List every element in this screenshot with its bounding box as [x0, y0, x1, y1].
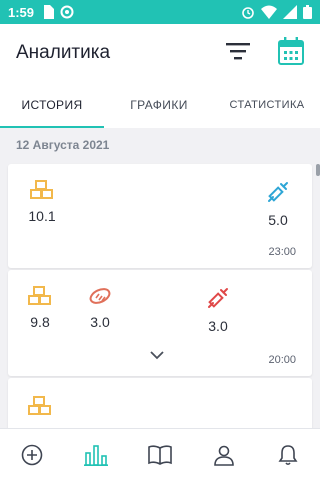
page-title: Аналитика [16, 42, 111, 63]
carbs-metric: 3.0 [78, 286, 122, 330]
tab-statistics[interactable]: СТАТИСТИКА [214, 82, 320, 128]
carbs-value: 3.0 [90, 314, 110, 330]
insulin-value: 3.0 [208, 318, 228, 334]
bottom-navigation [0, 428, 320, 480]
tab-history[interactable]: ИСТОРИЯ [0, 82, 104, 128]
tab-label: ГРАФИКИ [130, 98, 188, 112]
profile-icon [214, 445, 234, 466]
nav-profile-button[interactable] [206, 437, 242, 473]
book-icon [148, 444, 172, 465]
sugar-cubes-icon [28, 396, 51, 415]
alarm-icon [242, 7, 254, 19]
glucose-value: 9.8 [30, 314, 50, 330]
sd-card-icon [44, 5, 55, 19]
status-time: 1:59 [8, 4, 35, 20]
insulin-syringe-icon [268, 182, 288, 202]
history-entry[interactable]: 9.8 3.0 3.0 20:00 [8, 270, 312, 376]
sugar-cubes-icon [30, 180, 53, 199]
nav-notifications-button[interactable] [270, 437, 306, 473]
tab-label: ИСТОРИЯ [21, 98, 83, 112]
insulin-syringe-red-icon [208, 288, 228, 308]
insulin-value: 5.0 [268, 212, 288, 228]
tab-bar: ИСТОРИЯ ГРАФИКИ СТАТИСТИКА [0, 82, 320, 128]
entry-time: 23:00 [268, 246, 296, 258]
status-bar: 1:59 [0, 0, 320, 24]
sugar-cubes-icon [28, 286, 51, 305]
bell-icon [278, 444, 298, 465]
glucose-value: 10.1 [28, 208, 56, 224]
insulin-metric: 3.0 [196, 286, 240, 334]
filter-icon [226, 42, 250, 59]
data-saver-icon [60, 5, 74, 19]
app-header: Аналитика [0, 24, 320, 82]
nav-analytics-button[interactable] [78, 437, 114, 473]
chevron-down-icon[interactable] [149, 350, 165, 360]
glucose-metric: 9.8 [18, 286, 62, 330]
history-entry[interactable]: 10.1 5.0 23:00 [8, 164, 312, 268]
signal-icon [283, 5, 297, 19]
battery-icon [303, 5, 312, 19]
filter-button[interactable] [226, 42, 250, 65]
nav-add-button[interactable] [14, 437, 50, 473]
add-circle-icon [21, 444, 43, 465]
analytics-bars-icon [84, 444, 108, 466]
calendar-button[interactable] [278, 36, 304, 70]
insulin-metric: 5.0 [256, 180, 300, 228]
nav-book-button[interactable] [142, 437, 178, 473]
tab-charts[interactable]: ГРАФИКИ [104, 82, 214, 128]
date-header: 12 Августа 2021 [16, 138, 110, 152]
scrollbar[interactable] [316, 164, 320, 176]
glucose-metric [18, 396, 62, 416]
glucose-metric: 10.1 [20, 180, 64, 224]
tab-label: СТАТИСТИКА [229, 99, 305, 111]
bread-icon [89, 288, 111, 304]
entry-time: 20:00 [268, 354, 296, 366]
calendar-icon [278, 36, 304, 65]
wifi-icon [261, 5, 277, 19]
